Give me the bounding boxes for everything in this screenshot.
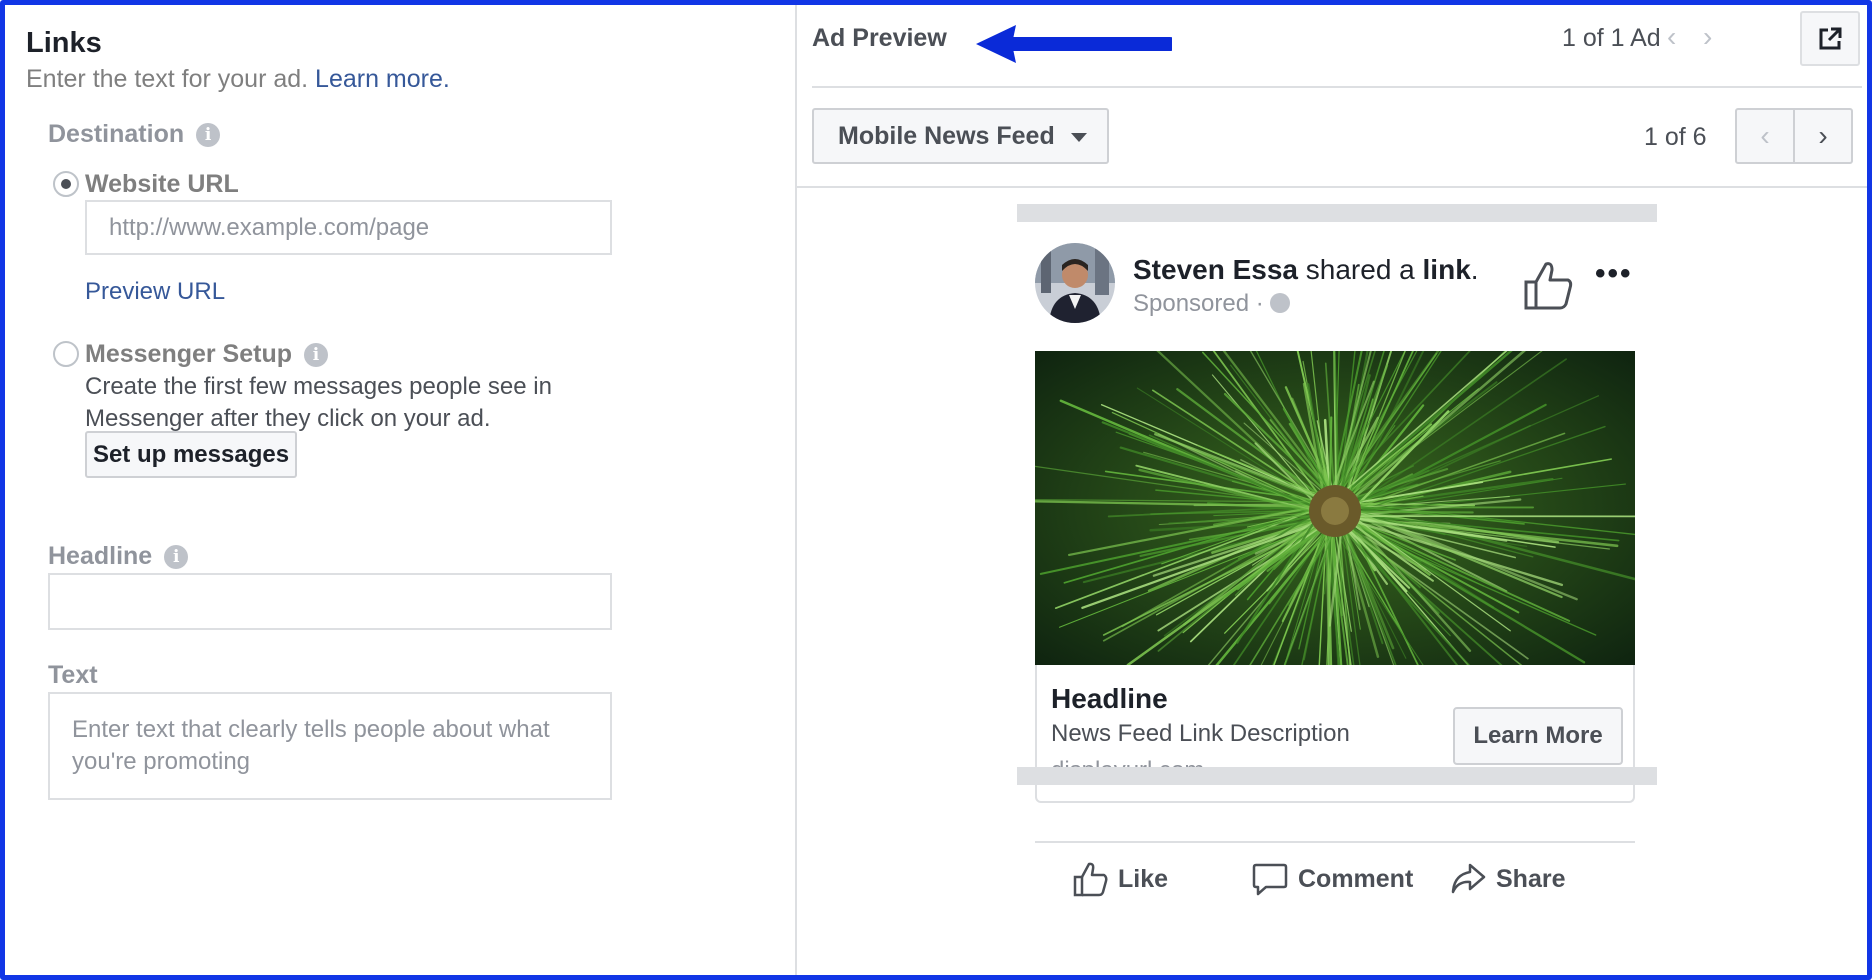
links-title: Links [26, 27, 102, 59]
headline-label-text: Headline [48, 542, 153, 570]
info-icon[interactable]: i [196, 123, 221, 147]
links-subtitle: Enter the text for your ad. Learn more. [26, 65, 450, 94]
website-url-input[interactable]: http://www.example.com/page [85, 200, 612, 255]
external-link-icon [1819, 27, 1842, 49]
messenger-setup-radio[interactable] [53, 341, 79, 367]
open-external-button[interactable] [1800, 11, 1860, 66]
ad-description: News Feed Link Description [1051, 720, 1350, 747]
messenger-description: Create the first few messages people see… [85, 373, 552, 432]
website-url-placeholder: http://www.example.com/page [109, 213, 430, 241]
caret-down-icon [1070, 133, 1087, 142]
avatar-image [1035, 243, 1115, 323]
ad-preview-title: Ad Preview [812, 24, 947, 52]
ad-count: 1 of 1 Ad [1562, 24, 1661, 52]
chevron-left-icon[interactable]: ‹ [1667, 21, 1676, 53]
preview-url-link[interactable]: Preview URL [85, 278, 225, 306]
headline-input[interactable] [48, 573, 612, 630]
comment-action[interactable]: Comment [1252, 861, 1413, 897]
post-author[interactable]: Steven Essa [1133, 254, 1298, 285]
messenger-setup-label-text: Messenger Setup [85, 340, 293, 368]
link-word[interactable]: link [1423, 254, 1471, 285]
headline-label: Headline i [48, 542, 189, 571]
post-author-line: Steven Essa shared a link. [1133, 254, 1479, 286]
info-icon[interactable]: i [164, 545, 189, 569]
set-up-messages-button[interactable]: Set up messages [85, 431, 297, 478]
info-icon[interactable]: i [304, 343, 329, 367]
like-label: Like [1118, 864, 1169, 893]
messenger-setup-label: Messenger Setup i [85, 340, 329, 369]
destination-label: Destination i [48, 120, 221, 149]
ad-image[interactable] [1035, 351, 1635, 665]
chevron-right-icon[interactable]: › [1703, 21, 1712, 53]
links-panel: Links Enter the text for your ad. Learn … [5, 5, 795, 975]
pine-needles-image [1035, 351, 1635, 665]
subtitle-text: Enter the text for your ad. [26, 65, 309, 93]
ad-headline: Headline [1051, 683, 1168, 714]
page-count: 1 of 6 [1644, 123, 1707, 151]
comment-icon [1252, 863, 1288, 896]
share-label: Share [1496, 864, 1566, 893]
ad-preview-panel: Ad Preview 1 of 1 Ad ‹ › Mobile News Fee… [797, 5, 1867, 975]
learn-more-button[interactable]: Learn More [1453, 707, 1623, 765]
shared-text: shared a [1305, 254, 1415, 285]
share-action[interactable]: Share [1450, 861, 1565, 897]
more-options-icon[interactable]: ••• [1595, 257, 1633, 291]
feed-separator-top [1017, 204, 1657, 222]
text-placeholder: Enter text that clearly tells people abo… [72, 716, 550, 775]
share-icon [1451, 863, 1486, 894]
placement-dropdown[interactable]: Mobile News Feed [812, 108, 1109, 164]
like-page-icon[interactable] [1522, 260, 1574, 310]
sponsored-text: Sponsored · [1133, 290, 1264, 317]
pager: ‹ › [1735, 108, 1853, 164]
actions-divider [1035, 841, 1635, 843]
learn-more-link[interactable]: Learn more. [315, 65, 450, 93]
placement-label: Mobile News Feed [838, 121, 1055, 150]
period: . [1470, 254, 1479, 285]
website-url-label: Website URL [85, 170, 239, 198]
website-url-radio[interactable] [53, 171, 79, 197]
like-action[interactable]: Like [1072, 861, 1168, 897]
destination-label-text: Destination [48, 120, 185, 148]
arrow-annotation-icon [976, 25, 1172, 63]
avatar[interactable] [1035, 243, 1115, 323]
comment-label: Comment [1298, 864, 1414, 893]
globe-icon [1269, 293, 1290, 313]
header-divider [812, 86, 1862, 88]
text-textarea[interactable]: Enter text that clearly tells people abo… [48, 692, 612, 800]
next-page-button[interactable]: › [1795, 110, 1851, 162]
sponsored-line: Sponsored · [1133, 290, 1290, 318]
feed-separator-bottom [1017, 767, 1657, 785]
thumbs-up-icon [1073, 862, 1108, 897]
toolbar-divider [797, 186, 1867, 188]
prev-page-button[interactable]: ‹ [1737, 110, 1795, 162]
text-label: Text [48, 661, 98, 689]
